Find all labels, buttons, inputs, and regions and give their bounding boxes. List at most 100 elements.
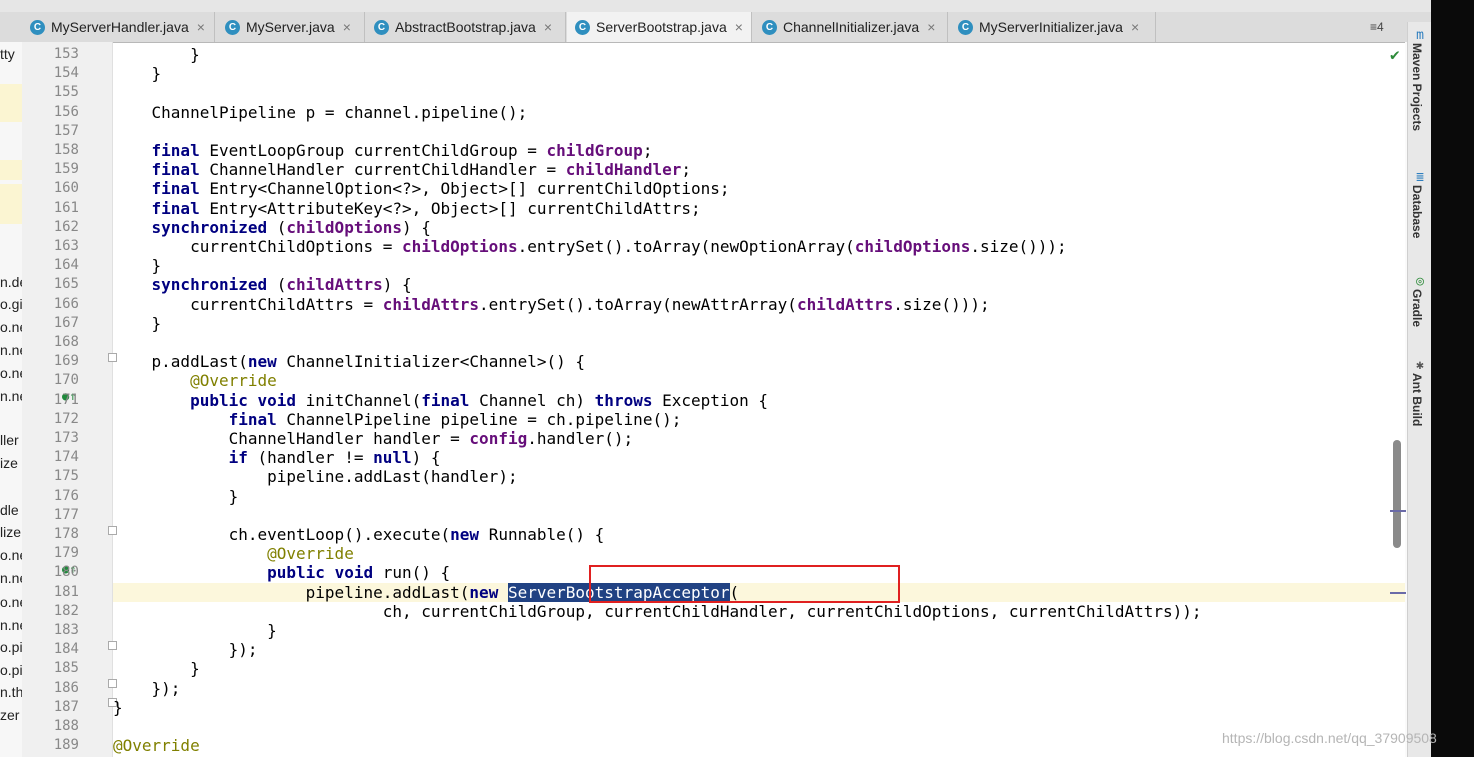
line-number: 181 xyxy=(53,583,79,600)
code-line[interactable] xyxy=(113,333,1405,352)
line-number: 188 xyxy=(53,718,79,734)
line-number: 179 xyxy=(53,545,79,562)
maven-projects-button[interactable]: m Maven Projects xyxy=(1410,28,1430,131)
code-line[interactable]: synchronized (childOptions) { xyxy=(113,218,1405,237)
project-tree-item[interactable]: n.th xyxy=(0,684,22,700)
ant-build-button[interactable]: ✱ Ant Build xyxy=(1410,358,1430,426)
project-tree-item[interactable]: o.pi xyxy=(0,662,22,678)
code-line[interactable]: } xyxy=(113,256,1405,275)
code-line[interactable]: ChannelHandler handler = config.handler(… xyxy=(113,429,1405,448)
code-line[interactable]: currentChildAttrs = childAttrs.entrySet(… xyxy=(113,295,1405,314)
close-icon[interactable]: × xyxy=(1131,19,1139,35)
tab-list-menu-button[interactable]: ≡4 xyxy=(1370,20,1384,34)
project-tree-item[interactable]: n.ne xyxy=(0,570,22,586)
project-tree-item[interactable]: o.pi xyxy=(0,639,22,655)
line-number: 157 xyxy=(53,122,79,139)
project-tree-item[interactable]: o.ne xyxy=(0,365,22,381)
line-number: 180 xyxy=(53,564,79,581)
close-icon[interactable]: × xyxy=(544,19,552,35)
line-number: 165 xyxy=(53,276,79,293)
project-tree-item[interactable]: o.gi xyxy=(0,296,22,312)
line-number: 176 xyxy=(53,487,79,504)
project-tree-item[interactable]: n.ne xyxy=(0,342,22,358)
code-line[interactable]: final Entry<ChannelOption<?>, Object>[] … xyxy=(113,179,1405,198)
project-highlight-band xyxy=(0,184,22,224)
project-highlight-band xyxy=(0,84,22,122)
line-number: 161 xyxy=(53,199,79,216)
close-icon[interactable]: × xyxy=(735,19,743,35)
project-tree-item[interactable]: zer xyxy=(0,707,19,723)
code-line[interactable]: public void initChannel(final Channel ch… xyxy=(113,391,1405,410)
project-tree-item[interactable]: lize xyxy=(0,524,21,540)
project-tree-item[interactable]: o.ne xyxy=(0,319,22,335)
project-tree-item[interactable]: ller xyxy=(0,432,19,448)
project-tree-item[interactable]: n.ne xyxy=(0,617,22,633)
code-line[interactable]: } xyxy=(113,487,1405,506)
code-line[interactable]: } xyxy=(113,314,1405,333)
tab-serverbootstrap[interactable]: C ServerBootstrap.java × xyxy=(567,12,752,42)
code-line[interactable]: if (handler != null) { xyxy=(113,448,1405,467)
tab-label: MyServerInitializer.java xyxy=(979,19,1123,35)
code-line[interactable]: ch, currentChildGroup, currentChildHandl… xyxy=(113,602,1405,621)
close-icon[interactable]: × xyxy=(197,19,205,35)
code-line[interactable]: @Override xyxy=(113,371,1405,390)
editor-tab-bar: C MyServerHandler.java × C MyServer.java… xyxy=(0,12,1431,43)
code-line[interactable]: } xyxy=(113,621,1405,640)
database-button[interactable]: ≣ Database xyxy=(1410,170,1430,238)
code-line[interactable]: final ChannelPipeline pipeline = ch.pipe… xyxy=(113,410,1405,429)
code-line[interactable]: } xyxy=(113,698,1405,717)
line-number: 182 xyxy=(53,602,79,619)
line-number: 159 xyxy=(53,161,79,178)
code-line[interactable]: ch.eventLoop().execute(new Runnable() { xyxy=(113,525,1405,544)
code-line[interactable]: synchronized (childAttrs) { xyxy=(113,275,1405,294)
code-line[interactable] xyxy=(113,506,1405,525)
project-tree-item[interactable]: dle xyxy=(0,502,19,518)
tab-myserverhandler[interactable]: C MyServerHandler.java × xyxy=(22,12,215,42)
code-line[interactable]: } xyxy=(113,64,1405,83)
code-editor[interactable]: } } ChannelPipeline p = channel.pipeline… xyxy=(113,42,1405,757)
code-line[interactable]: @Override xyxy=(113,736,1405,755)
tool-window-label: Maven Projects xyxy=(1410,43,1424,132)
code-line[interactable] xyxy=(113,83,1405,102)
code-line[interactable]: p.addLast(new ChannelInitializer<Channel… xyxy=(113,352,1405,371)
code-line[interactable]: @Override xyxy=(113,544,1405,563)
code-line[interactable]: final EventLoopGroup currentChildGroup =… xyxy=(113,141,1405,160)
editor-scrollbar-thumb[interactable] xyxy=(1393,440,1401,548)
project-tree-item[interactable]: o.ne xyxy=(0,547,22,563)
line-number: 158 xyxy=(53,142,79,158)
project-tree-item[interactable]: n.ne xyxy=(0,388,22,404)
error-stripe-mark[interactable] xyxy=(1390,592,1406,594)
error-stripe-mark[interactable] xyxy=(1390,510,1406,512)
code-line[interactable]: pipeline.addLast(handler); xyxy=(113,467,1405,486)
close-icon[interactable]: × xyxy=(343,19,351,35)
code-line[interactable]: }); xyxy=(113,679,1405,698)
tab-label: AbstractBootstrap.java xyxy=(395,19,536,35)
tab-channelinitializer[interactable]: C ChannelInitializer.java × xyxy=(754,12,948,42)
inspection-ok-check-icon[interactable]: ✔ xyxy=(1390,45,1400,64)
code-line[interactable]: ChannelPipeline p = channel.pipeline(); xyxy=(113,103,1405,122)
line-number-gutter[interactable]: ●↑ ●↑ 153 154 155 156 157 158 159 160 161 162 163 1… xyxy=(22,42,117,757)
right-tool-window-strip: m Maven Projects ≣ Database ◎ Gradle ✱ A… xyxy=(1407,22,1432,757)
code-line[interactable]: final ChannelHandler currentChildHandler… xyxy=(113,160,1405,179)
project-tree-item[interactable]: n.de xyxy=(0,274,22,290)
close-icon[interactable]: × xyxy=(927,19,935,35)
line-number: 162 xyxy=(53,218,79,235)
code-line[interactable] xyxy=(113,122,1405,141)
code-line[interactable]: final Entry<AttributeKey<?>, Object>[] c… xyxy=(113,199,1405,218)
project-highlight-band xyxy=(0,160,22,180)
class-icon: C xyxy=(30,19,45,35)
tab-myserverinitializer[interactable]: C MyServerInitializer.java × xyxy=(950,12,1156,42)
code-line[interactable] xyxy=(113,717,1405,736)
tab-myserver[interactable]: C MyServer.java × xyxy=(217,12,365,42)
project-tree-item[interactable]: o.ne xyxy=(0,594,22,610)
code-line[interactable]: }); xyxy=(113,640,1405,659)
line-number: 167 xyxy=(53,314,79,331)
project-tree-item[interactable]: tty xyxy=(0,46,15,62)
tab-abstractbootstrap[interactable]: C AbstractBootstrap.java × xyxy=(366,12,566,42)
project-tree-item[interactable]: ize xyxy=(0,455,18,471)
line-number: 164 xyxy=(53,257,79,274)
code-line[interactable]: currentChildOptions = childOptions.entry… xyxy=(113,237,1405,256)
code-line[interactable]: } xyxy=(113,45,1405,64)
code-line[interactable]: } xyxy=(113,659,1405,678)
gradle-button[interactable]: ◎ Gradle xyxy=(1410,274,1430,327)
